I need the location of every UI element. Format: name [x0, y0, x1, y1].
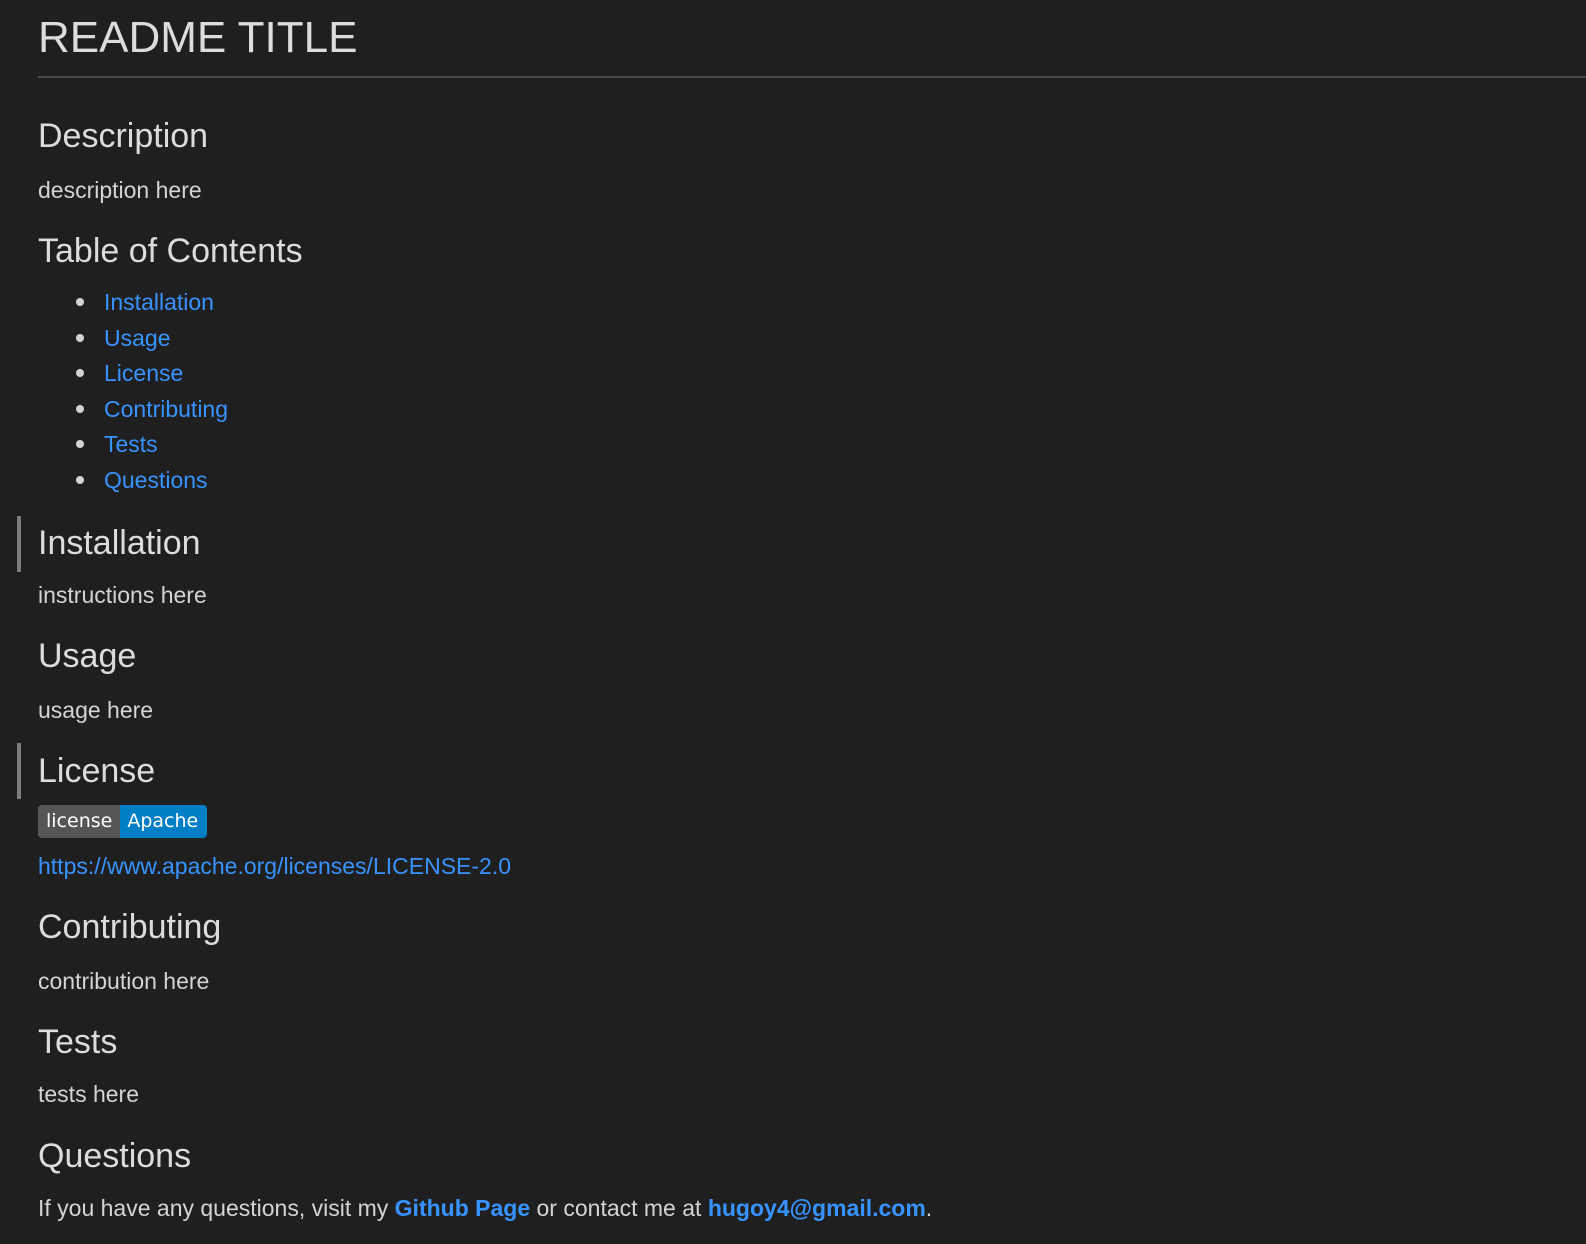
toc-link-usage[interactable]: Usage — [104, 325, 170, 351]
bullet-icon — [76, 333, 84, 342]
license-badge: license Apache — [38, 805, 208, 838]
toc-item-installation: Installation — [76, 286, 214, 318]
license-badge-label: license — [38, 805, 121, 838]
questions-text: If you have any questions, visit my Gith… — [38, 1192, 932, 1224]
questions-heading: Questions — [38, 1137, 192, 1175]
markdown-preview: README TITLE Description description her… — [0, 0, 1586, 1244]
toc-item-license: License — [76, 357, 183, 389]
license-heading: License — [38, 752, 156, 790]
questions-text-before: If you have any questions, visit my — [38, 1195, 395, 1221]
toc-item-contributing: Contributing — [76, 393, 228, 425]
page-title: README TITLE — [38, 13, 358, 62]
contributing-text: contribution here — [38, 968, 210, 994]
installation-text: instructions here — [38, 582, 207, 608]
toc-link-contributing[interactable]: Contributing — [104, 396, 228, 422]
toc-heading: Table of Contents — [38, 232, 303, 270]
bullet-icon — [76, 475, 84, 484]
description-text: description here — [38, 177, 202, 203]
email-link[interactable]: hugoy4@gmail.com — [708, 1195, 926, 1221]
description-heading: Description — [38, 117, 209, 155]
usage-heading: Usage — [38, 637, 137, 675]
scroll-sync-marker — [17, 516, 21, 572]
installation-heading: Installation — [38, 524, 201, 562]
license-badge-value: Apache — [120, 805, 208, 838]
scroll-sync-marker — [17, 743, 21, 799]
questions-text-after: . — [925, 1195, 933, 1221]
usage-text: usage here — [38, 697, 154, 723]
toc-link-tests[interactable]: Tests — [104, 431, 158, 457]
toc-item-usage: Usage — [76, 322, 170, 354]
toc-item-questions: Questions — [76, 464, 208, 496]
toc-link-questions[interactable]: Questions — [104, 467, 208, 493]
title-divider — [38, 76, 1586, 78]
bullet-icon — [76, 439, 84, 448]
license-link[interactable]: https://www.apache.org/licenses/LICENSE-… — [38, 850, 511, 882]
contributing-heading: Contributing — [38, 908, 222, 946]
bullet-icon — [76, 368, 84, 377]
toc-link-installation[interactable]: Installation — [104, 289, 214, 315]
bullet-icon — [76, 297, 84, 306]
tests-text: tests here — [38, 1081, 139, 1107]
github-page-link[interactable]: Github Page — [395, 1195, 530, 1221]
questions-text-middle: or contact me at — [530, 1195, 708, 1221]
bullet-icon — [76, 404, 84, 413]
toc-link-license[interactable]: License — [104, 360, 183, 386]
toc-item-tests: Tests — [76, 428, 158, 460]
tests-heading: Tests — [38, 1023, 118, 1061]
